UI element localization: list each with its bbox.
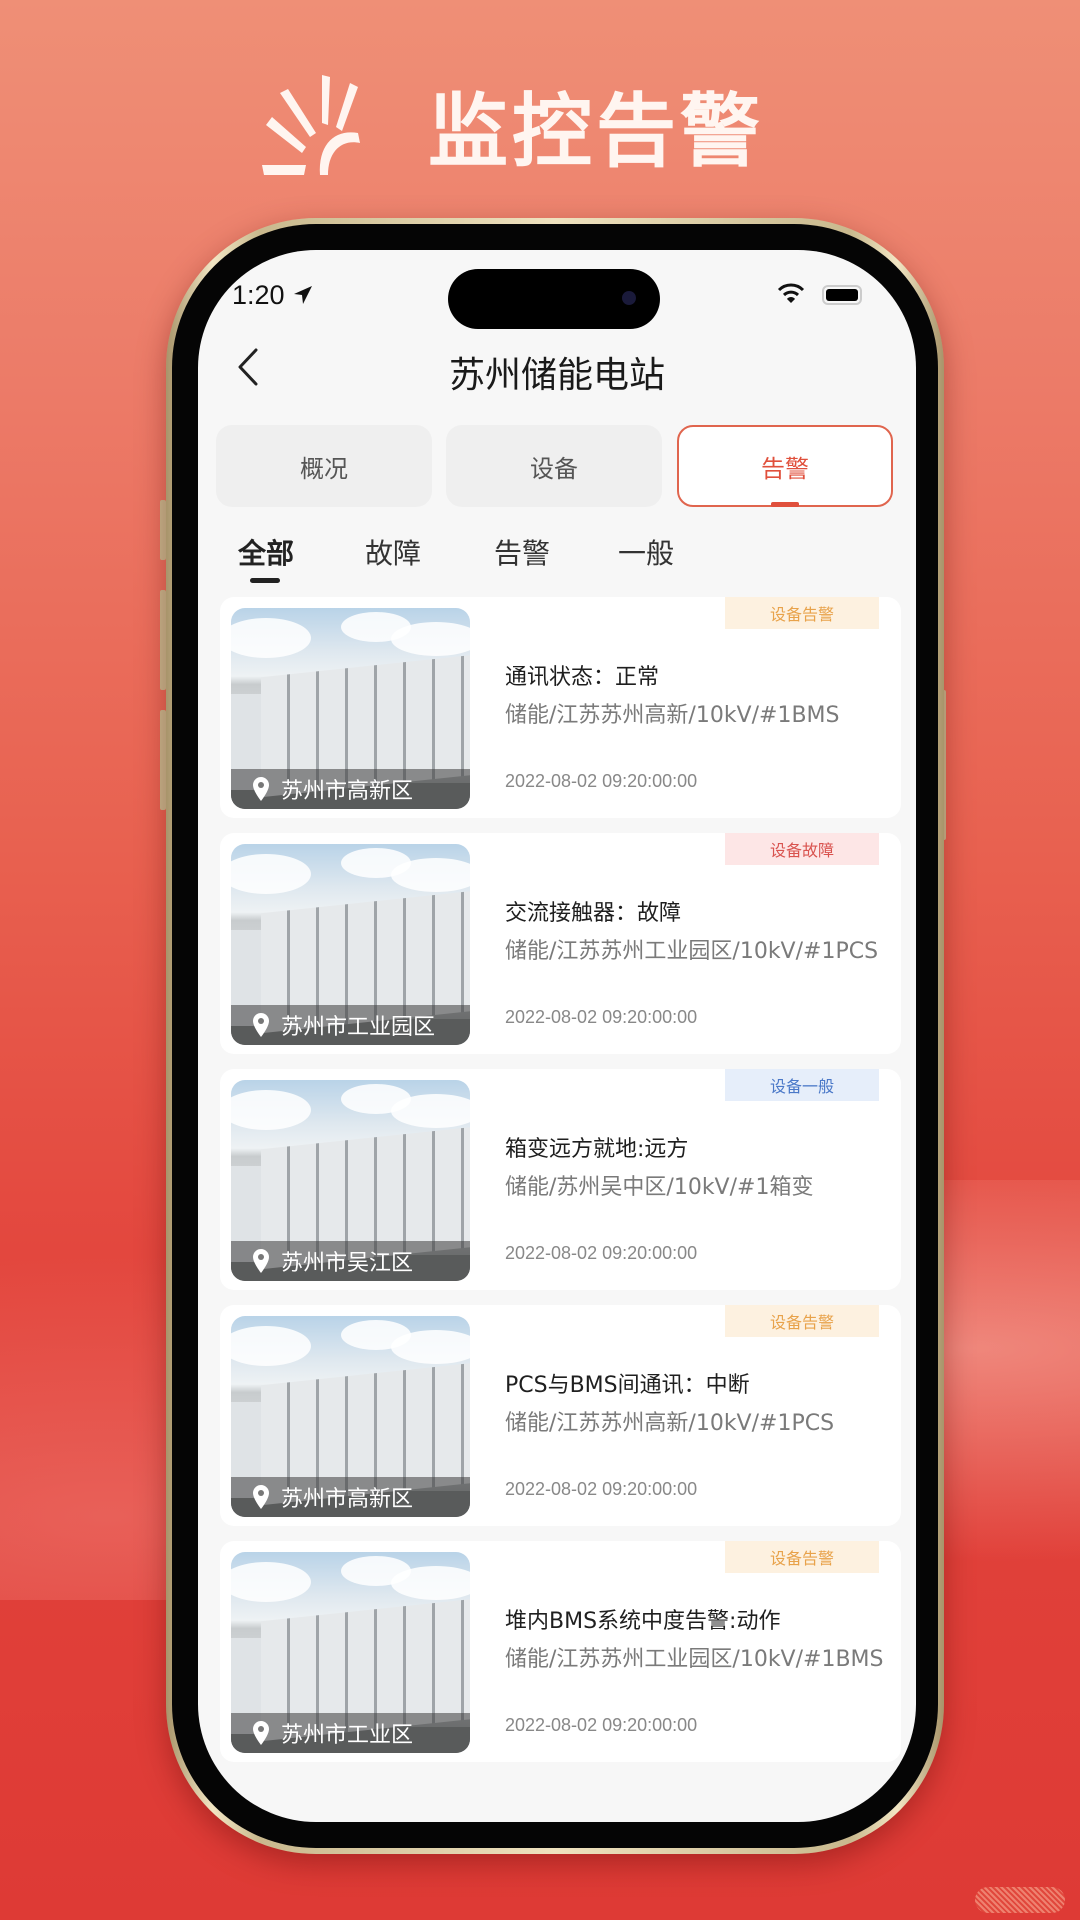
photo-cloud <box>391 622 470 656</box>
tab-overview[interactable]: 概况 <box>216 425 432 507</box>
location-overlay: 苏州市工业园区 <box>231 1005 470 1045</box>
alarm-title: 箱变远方就地:远方 <box>505 1137 689 1162</box>
alarm-type-badge: 设备告警 <box>725 1305 879 1337</box>
watermark-badge <box>975 1887 1065 1913</box>
alarm-title: 交流接触器：故障 <box>505 901 682 926</box>
photo-cloud <box>391 1330 470 1364</box>
location-label: 苏州市工业园区 <box>281 1015 436 1040</box>
location-label: 苏州市吴江区 <box>281 1251 414 1276</box>
alarm-type-badge: 设备故障 <box>725 833 879 865</box>
phone-bezel: 1:20 苏州储能电站 概况 设备 告警 全部 故障 告警 一般 苏州市高新区 … <box>172 224 938 1848</box>
location-label: 苏州市高新区 <box>281 1487 414 1512</box>
alarm-timestamp: 2022-08-02 09:20:00:00 <box>505 1007 698 1027</box>
alarm-type-badge: 设备一般 <box>725 1069 879 1101</box>
photo-cloud <box>231 618 311 658</box>
station-photo: 苏州市高新区 <box>231 1316 470 1517</box>
device-path: 储能/江苏苏州工业园区/10kV/#1PCS <box>505 939 879 964</box>
sun-rays-logo-icon <box>262 73 388 177</box>
photo-cloud <box>391 1094 470 1128</box>
map-pin-icon <box>253 1249 269 1273</box>
alarm-title: 通讯状态：正常 <box>505 665 660 690</box>
alarm-card[interactable]: 苏州市吴江区 设备一般 箱变远方就地:远方 储能/苏州吴中区/10kV/#1箱变… <box>220 1069 901 1290</box>
photo-cloud <box>231 1562 311 1602</box>
device-path: 储能/江苏苏州高新/10kV/#1PCS <box>505 1411 835 1436</box>
filter-all-label: 全部 <box>238 537 295 570</box>
location-overlay: 苏州市高新区 <box>231 1477 470 1517</box>
device-path: 储能/江苏苏州工业园区/10kV/#1BMS <box>505 1647 884 1672</box>
device-path: 储能/苏州吴中区/10kV/#1箱变 <box>505 1175 814 1200</box>
device-path: 储能/江苏苏州高新/10kV/#1BMS <box>505 703 840 728</box>
tab-alarms[interactable]: 告警 <box>677 425 893 507</box>
photo-cloud <box>391 1566 470 1600</box>
banner-title: 监控告警 <box>428 85 764 178</box>
wifi-icon <box>777 282 805 304</box>
station-photo: 苏州市高新区 <box>231 608 470 809</box>
photo-cloud <box>231 854 311 894</box>
filter-general[interactable]: 一般 <box>618 532 674 572</box>
station-photo: 苏州市工业园区 <box>231 844 470 1045</box>
alarm-card[interactable]: 苏州市高新区 设备告警 通讯状态：正常 储能/江苏苏州高新/10kV/#1BMS… <box>220 597 901 818</box>
alarm-title: 堆内BMS系统中度告警:动作 <box>505 1609 781 1634</box>
filter-all[interactable]: 全部 <box>238 532 295 583</box>
alarm-timestamp: 2022-08-02 09:20:00:00 <box>505 1479 698 1499</box>
alarm-timestamp: 2022-08-02 09:20:00:00 <box>505 771 698 791</box>
location-label: 苏州市高新区 <box>281 779 414 804</box>
alarm-timestamp: 2022-08-02 09:20:00:00 <box>505 1243 698 1263</box>
map-pin-icon <box>253 777 269 801</box>
photo-cloud <box>391 858 470 892</box>
active-tab-indicator <box>771 502 799 507</box>
promo-banner: 监控告警 <box>262 70 764 180</box>
dynamic-island <box>448 269 660 329</box>
alarm-timestamp: 2022-08-02 09:20:00:00 <box>505 1715 698 1735</box>
filter-active-underline <box>250 578 280 583</box>
tab-overview-label: 概况 <box>300 454 348 483</box>
location-overlay: 苏州市高新区 <box>231 769 470 809</box>
filter-fault[interactable]: 故障 <box>365 532 421 572</box>
location-overlay: 苏州市工业区 <box>231 1713 470 1753</box>
tab-devices[interactable]: 设备 <box>446 425 662 507</box>
alarm-card[interactable]: 苏州市高新区 设备告警 PCS与BMS间通讯：中断 储能/江苏苏州高新/10kV… <box>220 1305 901 1526</box>
camera-icon <box>622 291 636 305</box>
location-arrow-icon <box>292 284 314 306</box>
filter-fault-label: 故障 <box>365 537 422 570</box>
page-title: 苏州储能电站 <box>448 355 665 396</box>
filter-alarm-label: 告警 <box>494 537 551 570</box>
alarm-type-badge: 设备告警 <box>725 597 879 629</box>
location-label: 苏州市工业区 <box>281 1723 414 1748</box>
filter-alarm[interactable]: 告警 <box>494 532 550 572</box>
alarm-type-badge: 设备告警 <box>725 1541 879 1573</box>
filter-general-label: 一般 <box>618 537 675 570</box>
map-pin-icon <box>253 1721 269 1745</box>
station-photo: 苏州市吴江区 <box>231 1080 470 1281</box>
photo-cloud <box>231 1326 311 1366</box>
tab-alarms-label: 告警 <box>761 454 809 483</box>
alarm-title: PCS与BMS间通讯：中断 <box>505 1373 750 1398</box>
location-overlay: 苏州市吴江区 <box>231 1241 470 1281</box>
alarm-card[interactable]: 苏州市工业园区 设备故障 交流接触器：故障 储能/江苏苏州工业园区/10kV/#… <box>220 833 901 1054</box>
tab-devices-label: 设备 <box>530 454 578 483</box>
map-pin-icon <box>253 1485 269 1509</box>
phone-frame: 1:20 苏州储能电站 概况 设备 告警 全部 故障 告警 一般 苏州市高新区 … <box>166 218 944 1854</box>
status-time: 1:20 <box>232 280 285 310</box>
app-screen: 1:20 苏州储能电站 概况 设备 告警 全部 故障 告警 一般 苏州市高新区 … <box>198 250 916 1822</box>
photo-cloud <box>231 1090 311 1130</box>
map-pin-icon <box>253 1013 269 1037</box>
battery-full-icon <box>822 285 862 305</box>
alarm-card[interactable]: 苏州市工业区 设备告警 堆内BMS系统中度告警:动作 储能/江苏苏州工业园区/1… <box>220 1541 901 1762</box>
station-photo: 苏州市工业区 <box>231 1552 470 1753</box>
